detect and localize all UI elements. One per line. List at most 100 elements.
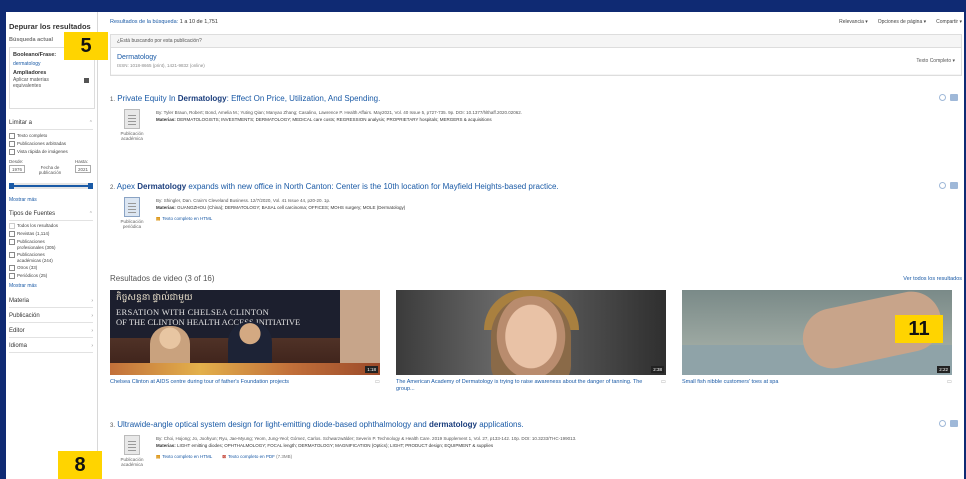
result-byline: By: Shingler, Dan. Crain's Cleveland Bus… <box>156 198 331 203</box>
checkbox-icon[interactable] <box>9 223 15 229</box>
folder-icon[interactable] <box>950 182 958 189</box>
chevron-down-icon: ⌃ <box>88 120 93 126</box>
annotation-badge: 5 <box>64 32 108 60</box>
source-type-options: Todos los resultados Revistas (1,114) Pu… <box>9 223 97 279</box>
source-academic[interactable]: Publicaciones académicas (244) <box>9 252 97 263</box>
date-slider[interactable] <box>9 183 93 189</box>
video-results-header: Resultados de video (3 of 16) Ver todos … <box>110 274 962 283</box>
remove-expander-icon[interactable] <box>84 78 89 83</box>
app-frame: Depurar los resultados Búsqueda actual B… <box>6 12 964 479</box>
source-newspapers[interactable]: Periódicos (25) <box>9 273 97 279</box>
folder-icon[interactable] <box>950 94 958 101</box>
facet-publisher[interactable]: Editor › <box>9 323 93 338</box>
preview-icon[interactable] <box>939 420 946 427</box>
date-slider-handle-right[interactable] <box>88 183 93 189</box>
result-subjects: Materias: DERMATOLOGISTS; INVESTMENTS; D… <box>156 117 492 122</box>
boolean-term-link[interactable]: dermatology <box>13 61 91 67</box>
academic-journal-icon <box>124 109 140 129</box>
chevron-right-icon: › <box>91 328 93 334</box>
video-caption-link[interactable]: Small fish nibble customers' toes at spa <box>682 379 778 386</box>
checkbox-icon[interactable] <box>9 252 15 258</box>
date-from-input[interactable]: 1976 <box>9 165 25 173</box>
video-item: 2:38 The American Academy of Dermatology… <box>396 290 666 393</box>
video-item: កិច្ចសន្ទនា ផ្ទាល់ជាមួយ ERSATION WITH CH… <box>110 290 380 393</box>
video-caption-link[interactable]: The American Academy of Dermatology is t… <box>396 379 661 393</box>
result-type: Publicación académica <box>112 109 152 141</box>
publication-finder: ¿Está buscando por esta publicación? Der… <box>110 34 962 76</box>
relevance-dropdown[interactable]: Relevancia ▾ <box>839 19 868 25</box>
share-dropdown[interactable]: Compartir ▾ <box>936 19 962 25</box>
date-slider-fill <box>9 185 93 187</box>
checkbox-icon[interactable] <box>9 133 15 139</box>
page-options-dropdown[interactable]: Opciones de página ▾ <box>878 19 926 25</box>
pdf-icon: ⊠ <box>222 454 227 459</box>
preview-icon[interactable] <box>939 94 946 101</box>
source-magazines[interactable]: Revistas (1,114) <box>9 231 97 237</box>
video-caption-link[interactable]: Chelsea Clinton at AIDS centre during to… <box>110 379 289 386</box>
video-results-title: Resultados de video (3 of 16) <box>110 274 215 283</box>
facet-publication[interactable]: Publicación › <box>9 308 93 323</box>
results-count: Resultados de la búsqueda: 1 a 10 de 1,7… <box>110 19 218 25</box>
html-full-text-link[interactable]: ▤ Texto completo en HTML <box>156 454 212 460</box>
chevron-right-icon: › <box>91 298 93 304</box>
video-results: កិច្ចសន្ទនា ផ្ទាល់ជាមួយ ERSATION WITH CH… <box>110 290 962 393</box>
video-duration: 2:38 <box>651 366 664 373</box>
source-types-header[interactable]: Tipos de Fuentes ⌃ <box>9 206 93 221</box>
result-byline: By: Tyler Braun, Robert; Bond, Amelia M.… <box>156 110 523 115</box>
periodical-icon <box>124 197 140 217</box>
date-range: Desde: 1976 Fecha de publicación Hasta: 20… <box>9 159 91 175</box>
folder-icon[interactable] <box>950 420 958 427</box>
publication-issn: ISSN: 1018-8665 (print), 1421-9832 (onli… <box>117 63 205 68</box>
video-duration: 1:18 <box>365 366 378 373</box>
pdf-full-text-link[interactable]: ⊠ Texto completo en PDF (7.3MB) <box>222 454 292 460</box>
expanders-label: Ampliadores <box>13 70 47 76</box>
video-info-icon[interactable]: ▭ <box>661 379 666 393</box>
date-slider-handle-left[interactable] <box>9 183 14 189</box>
show-more-link[interactable]: Mostrar más <box>9 197 97 203</box>
result-title-link[interactable]: 1. Private Equity In Dermatology: Effect… <box>110 94 962 105</box>
limit-image-quick-view[interactable]: Vista rápida de imágenes <box>9 149 97 155</box>
video-info-icon[interactable]: ▭ <box>375 379 380 386</box>
annotation-badge: 11 <box>895 315 943 343</box>
chevron-right-icon: › <box>91 313 93 319</box>
source-other[interactable]: Otros (33) <box>9 265 97 271</box>
result-type: Publicación académica <box>112 435 152 467</box>
limit-options: Texto completo Publicaciones arbitradas … <box>9 133 97 155</box>
video-info-icon[interactable]: ▭ <box>947 379 952 386</box>
source-all[interactable]: Todos los resultados <box>9 223 97 229</box>
result-type: Publicación periódica <box>112 197 152 229</box>
result-title-link[interactable]: 2. Apex Dermatology expands with new off… <box>110 182 962 193</box>
video-thumbnail[interactable]: កិច្ចសន្ទនា ផ្ទាល់ជាមួយ ERSATION WITH CH… <box>110 290 380 375</box>
checkbox-icon[interactable] <box>9 149 15 155</box>
facet-subject[interactable]: Materia › <box>9 293 93 308</box>
publication-question: ¿Está buscando por esta publicación? <box>111 35 961 48</box>
checkbox-icon[interactable] <box>9 273 15 279</box>
preview-icon[interactable] <box>939 182 946 189</box>
publication-title-link[interactable]: Dermatology <box>117 54 205 61</box>
result-title-link[interactable]: 3. Ultrawide-angle optical system design… <box>110 420 962 431</box>
academic-journal-icon <box>124 435 140 455</box>
chevron-right-icon: › <box>91 343 93 349</box>
limit-full-text[interactable]: Texto completo <box>9 133 97 139</box>
refine-title: Depurar los resultados <box>9 22 91 31</box>
show-more-link[interactable]: Mostrar más <box>9 283 97 289</box>
date-to-input[interactable]: 2021 <box>75 165 91 173</box>
checkbox-icon[interactable] <box>9 239 15 245</box>
result-item: 3. Ultrawide-angle optical system design… <box>110 420 962 467</box>
html-icon: ▤ <box>156 454 161 459</box>
results-main: Resultados de la búsqueda: 1 a 10 de 1,7… <box>110 12 962 479</box>
checkbox-icon[interactable] <box>9 231 15 237</box>
checkbox-icon[interactable] <box>9 265 15 271</box>
checkbox-icon[interactable] <box>9 141 15 147</box>
video-thumbnail[interactable]: 2:38 <box>396 290 666 375</box>
facet-language[interactable]: Idioma › <box>9 338 93 353</box>
view-all-videos-link[interactable]: Ver todos los resultados <box>903 276 962 282</box>
result-item: 1. Private Equity In Dermatology: Effect… <box>110 94 962 141</box>
limit-peer-reviewed[interactable]: Publicaciones arbitradas <box>9 141 97 147</box>
full-text-dropdown[interactable]: Texto Completo ▾ <box>916 58 955 64</box>
source-trade[interactable]: Publicaciones profesionales (305) <box>9 239 97 250</box>
annotation-badge: 8 <box>58 451 102 479</box>
results-toolbar: Resultados de la búsqueda: 1 a 10 de 1,7… <box>110 12 962 32</box>
limit-to-header[interactable]: Limitar a ⌃ <box>9 115 93 130</box>
html-full-text-link[interactable]: ▤ Texto completo en HTML <box>156 216 212 222</box>
